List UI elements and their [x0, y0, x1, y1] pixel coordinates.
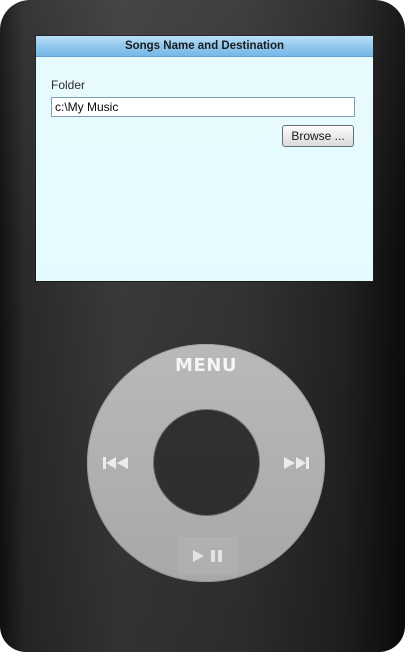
- center-select-button[interactable]: [154, 410, 259, 515]
- browse-button[interactable]: Browse ...: [282, 125, 354, 147]
- next-icon: [284, 457, 309, 469]
- menu-button[interactable]: MENU: [160, 355, 252, 376]
- folder-label: Folder: [51, 78, 86, 92]
- play-pause-icon: [193, 550, 222, 562]
- previous-button[interactable]: [96, 450, 136, 476]
- folder-input[interactable]: [51, 97, 355, 117]
- dialog-title: Songs Name and Destination: [36, 36, 373, 57]
- media-player-device: Songs Name and Destination Folder Browse…: [0, 0, 405, 652]
- previous-icon: [103, 457, 128, 469]
- next-button[interactable]: [276, 450, 316, 476]
- play-pause-button[interactable]: [178, 537, 238, 575]
- dialog-screen: Songs Name and Destination Folder Browse…: [36, 36, 373, 281]
